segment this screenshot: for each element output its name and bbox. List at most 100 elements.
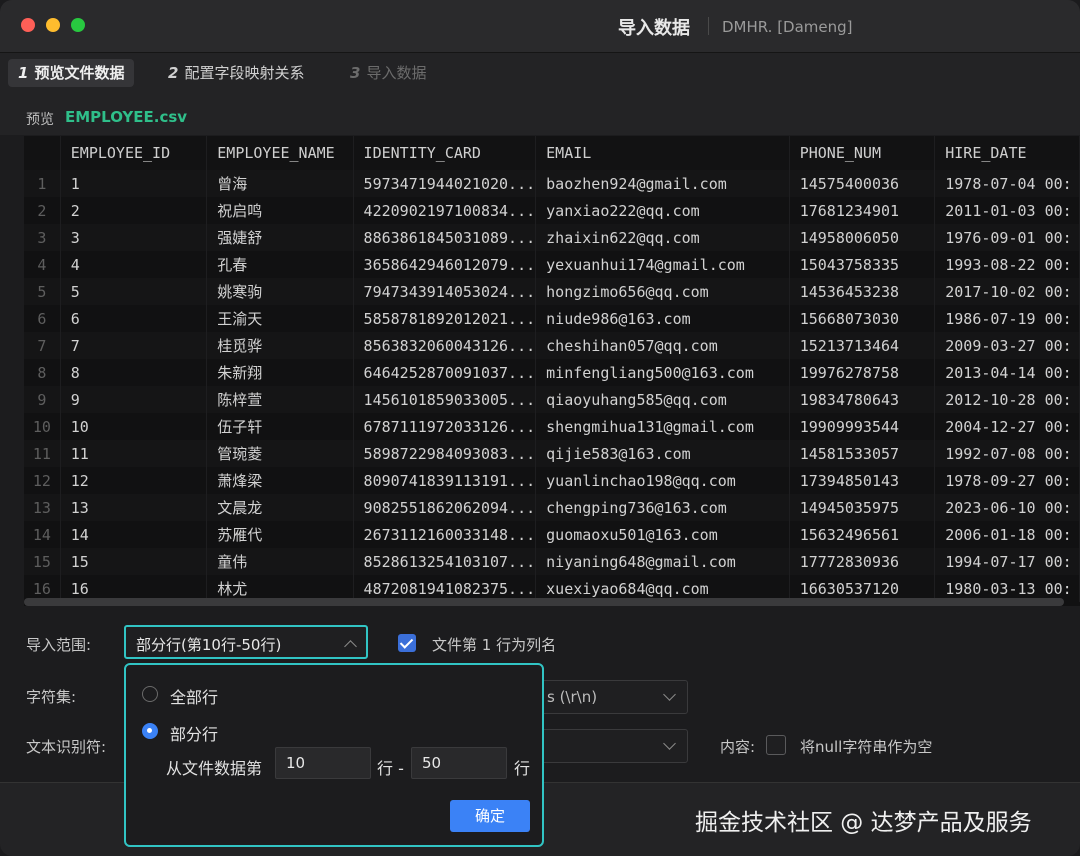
start-row-input[interactable]: 10 — [275, 747, 371, 779]
import-range-label: 导入范围: — [26, 636, 92, 654]
row-number: 2 — [24, 197, 61, 224]
table-row[interactable]: 11 11 管琬菱 5898722984093083... qijie583@163.c… — [24, 440, 1080, 467]
line-separator-value: s (\r\n) — [547, 688, 598, 706]
table-row[interactable]: 7 7 桂觅骅 8563832060043126... cheshihan057@qq.… — [24, 332, 1080, 359]
null-as-empty-checkbox[interactable] — [766, 735, 786, 755]
table-cell: 10 — [60, 413, 208, 440]
row-number: 13 — [24, 494, 61, 521]
radio-all-rows[interactable] — [142, 686, 158, 702]
end-row-input[interactable]: 50 — [411, 747, 507, 779]
table-cell: 苏雁代 — [206, 521, 354, 548]
title-divider — [708, 17, 709, 35]
row-number: 10 — [24, 413, 61, 440]
table-cell: qiaoyuhang585@qq.com — [535, 386, 790, 413]
table-cell: 1986-07-19 00: — [934, 305, 1080, 332]
table-cell: 孔春 — [206, 251, 354, 278]
table-cell: 14581533057 — [789, 440, 936, 467]
step-import[interactable]: 3 导入数据 — [340, 59, 436, 87]
table-cell: guomaoxu501@163.com — [535, 521, 790, 548]
table-cell: 19976278758 — [789, 359, 936, 386]
table-row[interactable]: 14 14 苏雁代 2673112160033148... guomaoxu501@16… — [24, 521, 1080, 548]
watermark-text: 掘金技术社区 @ 达梦产品及服务 — [695, 810, 1032, 836]
radio-partial-rows[interactable] — [142, 723, 158, 739]
table-cell: 1978-07-04 00: — [934, 170, 1080, 197]
table-cell: 王渝天 — [206, 305, 354, 332]
table-cell: 8528613254103107... — [353, 548, 537, 575]
column-header[interactable]: EMPLOYEE_ID — [60, 136, 208, 170]
confirm-button[interactable]: 确定 — [450, 800, 530, 832]
chevron-down-icon — [663, 737, 676, 750]
content-label: 内容: — [720, 738, 756, 756]
title-bar: 导入数据 DMHR. [Dameng] — [0, 0, 1080, 53]
table-cell: 15 — [60, 548, 208, 575]
table-cell: yexuanhui174@gmail.com — [535, 251, 790, 278]
table-cell: shengmihua131@gmail.com — [535, 413, 790, 440]
column-header[interactable]: PHONE_NUM — [789, 136, 936, 170]
step-field-mapping[interactable]: 2 配置字段映射关系 — [158, 59, 314, 87]
import-range-value: 部分行(第10行-50行) — [136, 636, 282, 654]
row-number: 1 — [24, 170, 61, 197]
table-row[interactable]: 9 9 陈梓萱 1456101859033005... qiaoyuhang585@qq… — [24, 386, 1080, 413]
table-cell: 15043758335 — [789, 251, 936, 278]
table-cell: 12 — [60, 467, 208, 494]
table-row[interactable]: 5 5 姚寒驹 7947343914053024... hongzimo656@qq.c… — [24, 278, 1080, 305]
step-preview[interactable]: 1 预览文件数据 — [8, 59, 135, 87]
option-partial-rows-label[interactable]: 部分行 — [170, 721, 218, 745]
table-cell: 17394850143 — [789, 467, 936, 494]
table-cell: 9082551862062094... — [353, 494, 537, 521]
table-cell: baozhen924@gmail.com — [535, 170, 790, 197]
row-suffix-label: 行 — [514, 759, 531, 778]
table-row[interactable]: 13 13 文晨龙 9082551862062094... chengping736@1… — [24, 494, 1080, 521]
table-cell: 4 — [60, 251, 208, 278]
table-cell: 1456101859033005... — [353, 386, 537, 413]
header-row-checkbox[interactable] — [398, 634, 416, 652]
table-cell: 7947343914053024... — [353, 278, 537, 305]
table-cell: cheshihan057@qq.com — [535, 332, 790, 359]
import-range-select[interactable]: 部分行(第10行-50行) — [124, 625, 368, 659]
table-cell: niude986@163.com — [535, 305, 790, 332]
table-row[interactable]: 2 2 祝启鸣 4220902197100834... yanxiao222@qq.co… — [24, 197, 1080, 224]
table-row[interactable]: 1 1 曾海 5973471944021020... baozhen924@gmail.… — [24, 170, 1080, 197]
table-row[interactable]: 10 10 伍子轩 6787111972033126... shengmihua131@… — [24, 413, 1080, 440]
table-row[interactable]: 15 15 童伟 8528613254103107... niyaning648@gma… — [24, 548, 1080, 575]
table-cell: 15668073030 — [789, 305, 936, 332]
table-row[interactable]: 3 3 强婕舒 8863861845031089... zhaixin622@qq.co… — [24, 224, 1080, 251]
table-cell: 祝启鸣 — [206, 197, 354, 224]
table-cell: 2023-06-10 00: — [934, 494, 1080, 521]
table-row[interactable]: 12 12 萧烽梁 8090741839113191... yuanlinchao198… — [24, 467, 1080, 494]
table-cell: 5 — [60, 278, 208, 305]
window-title: 导入数据 — [618, 18, 690, 39]
zoom-window-button[interactable] — [71, 18, 85, 32]
header-row-checkbox-label: 文件第 1 行为列名 — [432, 636, 557, 654]
horizontal-scrollbar[interactable] — [24, 598, 1064, 606]
data-preview-table[interactable]: EMPLOYEE_ID EMPLOYEE_NAME IDENTITY_CARD EMA… — [24, 136, 1080, 606]
table-row[interactable]: 4 4 孔春 3658642946012079... yexuanhui174@gmai… — [24, 251, 1080, 278]
chevron-down-icon — [663, 688, 676, 701]
text-qualifier-select[interactable] — [530, 729, 688, 763]
option-all-rows-label[interactable]: 全部行 — [170, 684, 218, 708]
table-cell: niyaning648@gmail.com — [535, 548, 790, 575]
table-cell: 管琬菱 — [206, 440, 354, 467]
column-header[interactable]: EMAIL — [535, 136, 790, 170]
table-cell: 1994-07-17 00: — [934, 548, 1080, 575]
minimize-window-button[interactable] — [46, 18, 60, 32]
column-header[interactable]: EMPLOYEE_NAME — [206, 136, 354, 170]
wizard-steps: 1 预览文件数据 2 配置字段映射关系 3 导入数据 — [0, 53, 1080, 91]
column-header[interactable]: HIRE_DATE — [934, 136, 1080, 170]
line-separator-select[interactable]: s (\r\n) — [530, 680, 688, 714]
table-cell: 萧烽梁 — [206, 467, 354, 494]
table-cell: 14536453238 — [789, 278, 936, 305]
column-header[interactable]: IDENTITY_CARD — [353, 136, 537, 170]
table-row[interactable]: 8 8 朱新翔 6464252870091037... minfengliang500@… — [24, 359, 1080, 386]
table-cell: 姚寒驹 — [206, 278, 354, 305]
table-cell: hongzimo656@qq.com — [535, 278, 790, 305]
table-cell: 2012-10-28 00: — [934, 386, 1080, 413]
table-cell: 2 — [60, 197, 208, 224]
table-cell: 5858781892012021... — [353, 305, 537, 332]
table-cell: 14945035975 — [789, 494, 936, 521]
close-window-button[interactable] — [21, 18, 35, 32]
table-cell: 19909993544 — [789, 413, 936, 440]
table-row[interactable]: 6 6 王渝天 5858781892012021... niude986@163.com… — [24, 305, 1080, 332]
table-cell: 8863861845031089... — [353, 224, 537, 251]
table-cell: 4220902197100834... — [353, 197, 537, 224]
